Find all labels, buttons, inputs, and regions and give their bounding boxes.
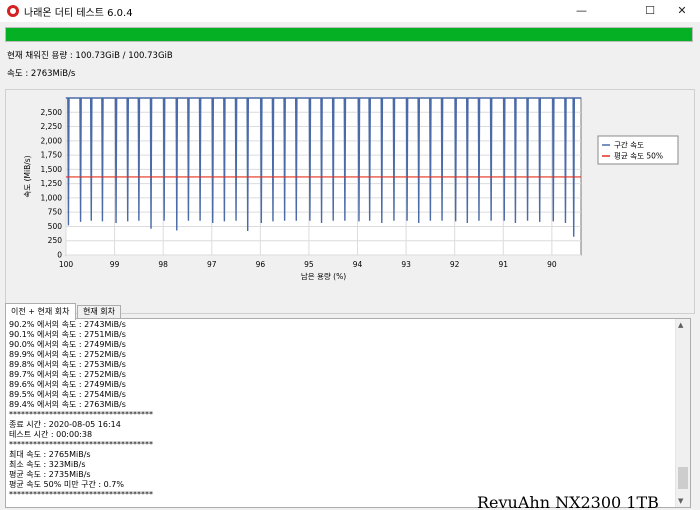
- y-tick-label: 1,250: [41, 179, 63, 188]
- y-tick-label: 2,250: [41, 122, 63, 131]
- log-line: 89.7% 에서의 속도 : 2752MiB/s: [9, 370, 126, 379]
- log-lines: 90.2% 에서의 속도 : 2743MiB/s 90.1% 에서의 속도 : 2…: [9, 320, 153, 500]
- log-line: ************************************: [9, 440, 153, 449]
- tab-previous-and-current[interactable]: 이전 + 현재 회차: [5, 303, 76, 320]
- legend-entry: 평균 속도 50%: [614, 151, 663, 161]
- scroll-up-icon[interactable]: ▲: [678, 321, 683, 329]
- minimize-button[interactable]: —: [559, 0, 604, 22]
- log-line: 테스트 시간 : 00:00:38: [9, 430, 93, 439]
- x-tick-label: 94: [353, 260, 363, 269]
- scroll-thumb[interactable]: [678, 467, 688, 489]
- y-tick-label: 250: [48, 236, 63, 245]
- chart-panel: 0 250 500 750 1,000 1,250 1,500 1,750 2,000 2,250…: [5, 89, 695, 314]
- x-tick-label: 97: [207, 260, 217, 269]
- log-textbox[interactable]: 90.2% 에서의 속도 : 2743MiB/s 90.1% 에서의 속도 : 2…: [5, 318, 691, 508]
- log-line: 89.8% 에서의 속도 : 2753MiB/s: [9, 360, 126, 369]
- x-tick-label: 92: [450, 260, 460, 269]
- x-tick-label: 96: [256, 260, 266, 269]
- log-line: 종료 시간 : 2020-08-05 16:14: [9, 420, 121, 429]
- log-line: 90.0% 에서의 속도 : 2749MiB/s: [9, 340, 126, 349]
- x-tick-label: 100: [59, 260, 74, 269]
- log-line: 89.9% 에서의 속도 : 2752MiB/s: [9, 350, 126, 359]
- y-axis-label: 속도 (MiB/s): [23, 155, 32, 197]
- log-line: 90.1% 에서의 속도 : 2751MiB/s: [9, 330, 126, 339]
- y-tick-label: 1,000: [41, 193, 63, 202]
- speed-chart: 0 250 500 750 1,000 1,250 1,500 1,750 2,000 2,250…: [23, 97, 679, 281]
- log-line: 89.6% 에서의 속도 : 2749MiB/s: [9, 380, 126, 389]
- close-button[interactable]: ✕: [664, 0, 700, 22]
- y-tick-label: 2,500: [41, 108, 63, 117]
- y-tick-label: 1,750: [41, 151, 63, 160]
- tab-current[interactable]: 현재 회차: [77, 305, 121, 319]
- log-line: 89.5% 에서의 속도 : 2754MiB/s: [9, 390, 126, 399]
- speed-status: 속도 : 2763MiB/s: [7, 69, 76, 79]
- progress-bar: [5, 27, 693, 42]
- x-tick-label: 91: [498, 260, 508, 269]
- x-tick-label: 93: [401, 260, 411, 269]
- x-axis-label: 남은 용량 (%): [301, 272, 346, 281]
- progress-bar-fill: [6, 28, 692, 41]
- log-line: 89.4% 에서의 속도 : 2763MiB/s: [9, 400, 126, 409]
- window-title: 나래온 더티 테스트 6.0.4: [24, 8, 133, 19]
- app-icon: [7, 5, 19, 17]
- x-tick-label: 95: [304, 260, 314, 269]
- y-tick-label: 500: [48, 222, 63, 231]
- log-line: ************************************: [9, 410, 153, 419]
- capacity-status: 현재 채워진 용량 : 100.73GiB / 100.73GiB: [7, 51, 173, 61]
- log-line: ************************************: [9, 490, 153, 499]
- log-line: 최대 속도 : 2765MiB/s: [9, 450, 91, 459]
- main-client-area: 현재 채워진 용량 : 100.73GiB / 100.73GiB 속도 : 2…: [0, 22, 700, 510]
- log-line: 90.2% 에서의 속도 : 2743MiB/s: [9, 320, 126, 329]
- scroll-down-icon[interactable]: ▼: [678, 497, 683, 505]
- y-tick-label: 1,500: [41, 165, 63, 174]
- log-scrollbar[interactable]: ▲ ▼: [675, 319, 690, 507]
- legend-entry: 구간 속도: [614, 140, 644, 150]
- x-tick-label: 99: [110, 260, 120, 269]
- log-line: 평균 속도 50% 미만 구간 : 0.7%: [9, 480, 124, 489]
- title-bar: 나래온 더티 테스트 6.0.4 — ☐ ✕: [0, 0, 700, 22]
- log-line: 평균 속도 : 2735MiB/s: [9, 470, 91, 479]
- device-watermark: RevuAhn NX2300 1TB: [477, 493, 659, 510]
- x-tick-label: 90: [547, 260, 557, 269]
- y-tick-label: 0: [57, 251, 62, 260]
- y-tick-label: 750: [48, 208, 63, 217]
- log-line: 최소 속도 : 323MiB/s: [9, 460, 86, 469]
- y-tick-label: 2,000: [41, 136, 63, 145]
- x-tick-label: 98: [158, 260, 168, 269]
